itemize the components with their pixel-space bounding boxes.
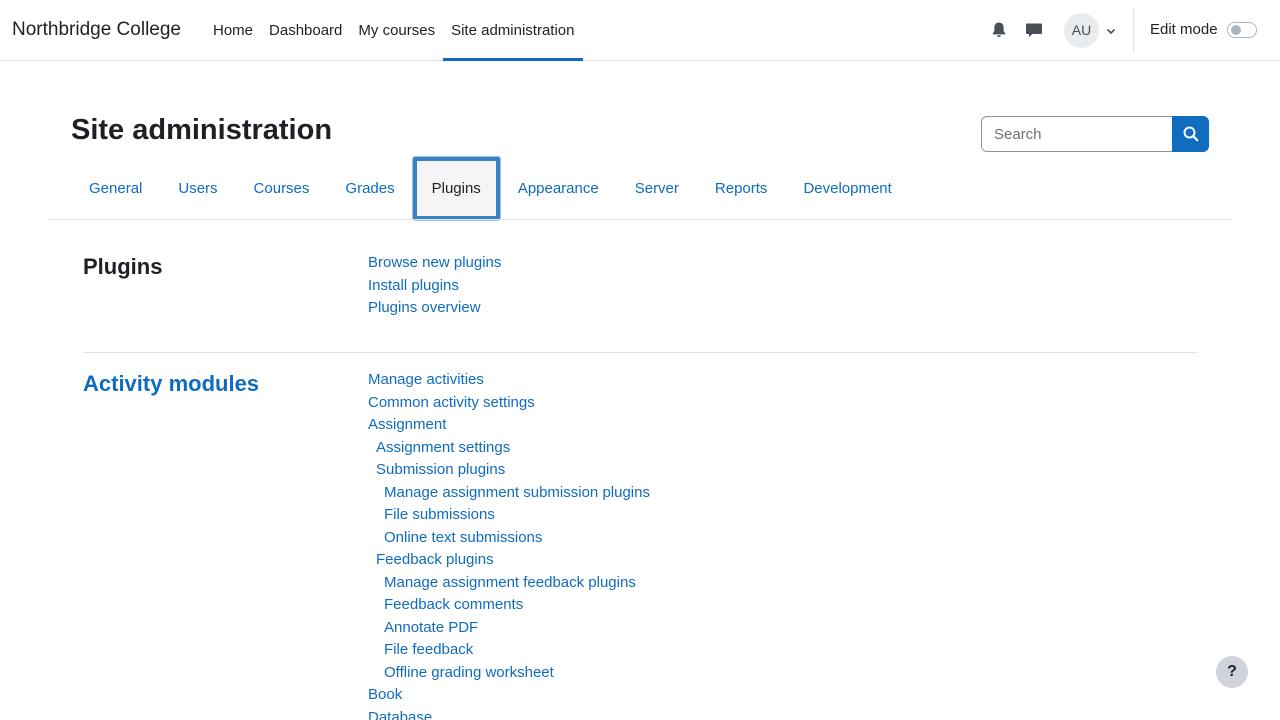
section-title-plugins: Plugins: [83, 254, 163, 279]
tabs-divider: [48, 219, 1232, 220]
link-online-text-submissions[interactable]: Online text submissions: [368, 527, 650, 550]
tab-reports[interactable]: Reports: [697, 157, 786, 220]
edit-mode-label: Edit mode: [1150, 21, 1218, 38]
link-offline-grading-worksheet[interactable]: Offline grading worksheet: [368, 662, 650, 685]
tab-appearance[interactable]: Appearance: [500, 157, 617, 220]
page-title: Site administration: [71, 114, 333, 146]
tab-grades[interactable]: Grades: [327, 157, 412, 220]
link-plugins-overview[interactable]: Plugins overview: [368, 297, 501, 320]
message-icon[interactable]: [1024, 20, 1044, 40]
link-install-plugins[interactable]: Install plugins: [368, 275, 501, 298]
admin-tabs: General Users Courses Grades Plugins App…: [71, 157, 910, 220]
link-manage-assignment-submission-plugins[interactable]: Manage assignment submission plugins: [368, 482, 650, 505]
user-avatar[interactable]: AU: [1064, 13, 1099, 48]
link-feedback-comments[interactable]: Feedback comments: [368, 594, 650, 617]
link-browse-new-plugins[interactable]: Browse new plugins: [368, 252, 501, 275]
link-feedback-plugins[interactable]: Feedback plugins: [368, 549, 650, 572]
link-book[interactable]: Book: [368, 684, 650, 707]
nav-site-administration[interactable]: Site administration: [443, 0, 583, 61]
tab-server[interactable]: Server: [617, 157, 697, 220]
link-database[interactable]: Database: [368, 707, 650, 720]
chevron-down-icon[interactable]: [1105, 24, 1117, 36]
tab-courses[interactable]: Courses: [236, 157, 328, 220]
link-assignment-settings[interactable]: Assignment settings: [368, 437, 650, 460]
link-assignment[interactable]: Assignment: [368, 414, 650, 437]
link-annotate-pdf[interactable]: Annotate PDF: [368, 617, 650, 640]
link-manage-activities[interactable]: Manage activities: [368, 369, 650, 392]
nav-dashboard[interactable]: Dashboard: [261, 0, 350, 60]
primary-navigation: Home Dashboard My courses Site administr…: [205, 0, 583, 61]
navbar-divider: [1133, 8, 1134, 52]
top-navbar: Northbridge College Home Dashboard My co…: [0, 0, 1280, 61]
section-title-activity-modules[interactable]: Activity modules: [83, 371, 259, 397]
tab-plugins[interactable]: Plugins: [412, 157, 500, 220]
toggle-knob: [1231, 25, 1241, 35]
tab-users[interactable]: Users: [160, 157, 235, 220]
link-manage-assignment-feedback-plugins[interactable]: Manage assignment feedback plugins: [368, 572, 650, 595]
section-divider: [83, 352, 1198, 353]
site-brand[interactable]: Northbridge College: [12, 19, 181, 41]
link-file-submissions[interactable]: File submissions: [368, 504, 650, 527]
link-common-activity-settings[interactable]: Common activity settings: [368, 392, 650, 415]
nav-my-courses[interactable]: My courses: [350, 0, 443, 60]
nav-home[interactable]: Home: [205, 0, 261, 60]
tab-development[interactable]: Development: [785, 157, 909, 220]
help-button[interactable]: ?: [1216, 656, 1248, 688]
tab-general[interactable]: General: [71, 157, 160, 220]
link-submission-plugins[interactable]: Submission plugins: [368, 459, 650, 482]
activity-modules-links: Manage activities Common activity settin…: [368, 369, 650, 720]
admin-search: [981, 116, 1209, 152]
search-button[interactable]: [1172, 116, 1209, 152]
plugins-links: Browse new plugins Install plugins Plugi…: [368, 252, 501, 320]
bell-icon[interactable]: [989, 20, 1009, 40]
link-file-feedback[interactable]: File feedback: [368, 639, 650, 662]
search-input[interactable]: [981, 116, 1174, 152]
edit-mode-toggle[interactable]: [1227, 22, 1257, 38]
